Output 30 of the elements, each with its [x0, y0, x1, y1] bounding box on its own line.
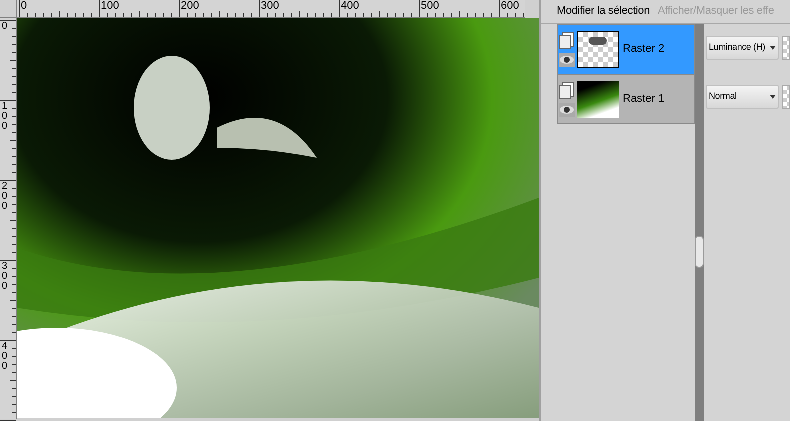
- eye-icon[interactable]: [559, 53, 575, 67]
- ruler-label: 100: [2, 102, 9, 132]
- layer-row[interactable]: Raster 1: [558, 74, 694, 123]
- blend-mode-dropdown[interactable]: Luminance (H): [706, 36, 779, 60]
- caret-icon: [770, 46, 776, 50]
- ruler-label: 200: [2, 182, 9, 212]
- eye-icon[interactable]: [559, 102, 575, 116]
- ruler-label: 300: [261, 0, 280, 12]
- layer-name: Raster 1: [623, 92, 665, 107]
- ruler-label: 500: [421, 0, 440, 12]
- ruler-label: 400: [2, 342, 9, 372]
- layer-thumbnail: [577, 80, 619, 118]
- ruler-label: 100: [101, 0, 120, 12]
- layer-thumbnail: [577, 31, 619, 68]
- ruler-label: 0: [21, 0, 28, 12]
- ruler-label: 300: [2, 262, 9, 292]
- layer-name: Raster 2: [623, 42, 665, 58]
- layer-pages-icon[interactable]: [559, 82, 575, 100]
- opacity-swatch[interactable]: [782, 36, 790, 60]
- caret-icon: [770, 95, 776, 99]
- opacity-swatch[interactable]: [782, 85, 790, 109]
- ruler-label: 0: [2, 22, 9, 32]
- edit-selection-button[interactable]: Modifier la sélection: [557, 3, 650, 20]
- layer-row[interactable]: Raster 2: [558, 25, 694, 74]
- splitter-handle[interactable]: [695, 236, 704, 268]
- ruler-label: 400: [341, 0, 360, 12]
- layer-pages-icon[interactable]: [559, 32, 575, 50]
- ruler-label: 200: [181, 0, 200, 12]
- ruler-label: 600: [501, 0, 520, 12]
- blend-mode-dropdown[interactable]: Normal: [706, 85, 779, 109]
